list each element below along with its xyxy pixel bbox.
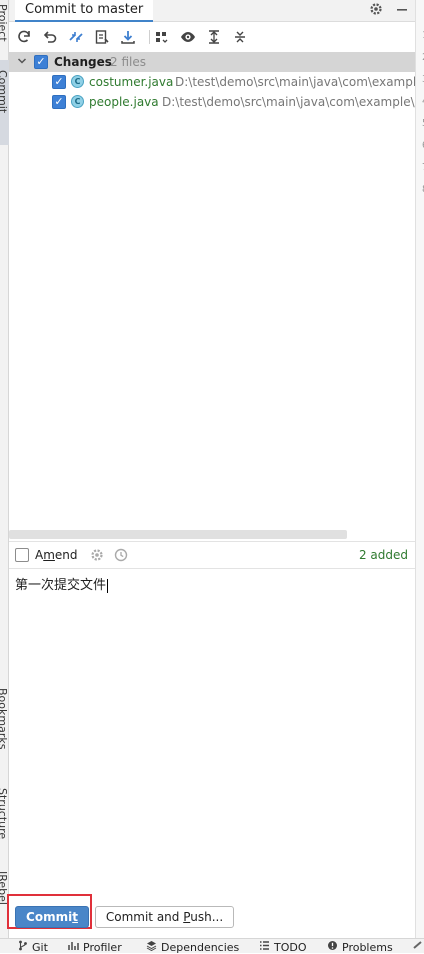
amend-bar: Amend 2 added <box>9 541 415 569</box>
commit-toolbar <box>9 24 415 50</box>
project-tool-button[interactable]: Project <box>0 0 9 50</box>
profiler-tool-button[interactable]: Profiler <box>68 940 122 954</box>
file-name: costumer.java <box>89 75 174 89</box>
commit-tool-button[interactable]: Commit <box>0 60 9 145</box>
amend-label-end: end <box>54 548 78 562</box>
dependencies-icon <box>146 940 157 954</box>
commit-button[interactable]: Commit <box>15 906 89 928</box>
toolbar-separator <box>149 30 150 44</box>
dependencies-label: Dependencies <box>161 940 240 954</box>
amend-label[interactable]: Amend <box>35 548 78 562</box>
file-name: people.java <box>89 95 159 109</box>
java-class-icon: C <box>71 75 84 88</box>
bookmarks-tool-label: Bookmarks <box>0 688 9 750</box>
commit-message-text: 第一次提交文件 <box>15 578 107 593</box>
problems-tool-button[interactable]: Problems <box>327 940 393 954</box>
text-caret <box>107 578 109 593</box>
file-row[interactable]: ✓ C people.java D:\test\demo\src\main\ja… <box>9 92 415 112</box>
added-count: 2 added <box>358 548 408 562</box>
todo-list-icon <box>259 940 270 954</box>
more-tools-icon[interactable] <box>413 940 423 950</box>
git-label: Git <box>32 940 48 954</box>
commit-actions: Commit Commit and Push... <box>7 894 415 938</box>
preview-icon[interactable] <box>178 27 198 47</box>
expand-all-icon[interactable] <box>204 27 224 47</box>
chevron-down-icon[interactable] <box>17 56 27 66</box>
commit-message-input[interactable]: 第一次提交文件 <box>9 570 415 900</box>
settings-gear-icon[interactable] <box>369 2 383 18</box>
push-label-start: Commit and <box>105 910 184 924</box>
diff-icon[interactable] <box>66 27 86 47</box>
git-tool-button[interactable]: Git <box>18 940 48 954</box>
history-clock-icon[interactable] <box>114 548 128 565</box>
problems-icon <box>327 940 338 954</box>
commit-label-mnemonic: t <box>72 910 78 924</box>
dependencies-tool-button[interactable]: Dependencies <box>146 940 239 954</box>
project-tool-label: Project <box>0 4 9 42</box>
hide-panel-icon[interactable] <box>395 2 409 18</box>
refresh-icon[interactable] <box>14 27 34 47</box>
file-path: D:\test\demo\src\main\java\com\example\c <box>162 95 415 109</box>
bookmarks-tool-button[interactable]: Bookmarks <box>0 680 9 770</box>
problems-label: Problems <box>342 940 393 954</box>
profiler-icon <box>68 940 79 954</box>
todo-tool-button[interactable]: TODO <box>259 940 307 954</box>
structure-tool-button[interactable]: Structure <box>0 780 9 850</box>
todo-label: TODO <box>274 940 307 954</box>
commit-panel-header: Commit to master <box>9 0 415 22</box>
collapse-all-icon[interactable] <box>230 27 250 47</box>
file-checkbox[interactable]: ✓ <box>52 95 66 109</box>
changes-group-checkbox[interactable]: ✓ <box>34 55 48 69</box>
amend-checkbox[interactable] <box>15 548 29 562</box>
changes-tree: ✓ Changes 2 files ✓ C costumer.java D:\t… <box>9 51 415 529</box>
commit-to-master-tab[interactable]: Commit to master <box>15 0 154 22</box>
file-path: D:\test\demo\src\main\java\com\example <box>175 75 415 89</box>
group-by-icon[interactable] <box>152 27 172 47</box>
bottom-tool-bar: Git Profiler Dependencies TODO Problems <box>0 938 424 954</box>
java-class-icon: C <box>71 95 84 108</box>
amend-label-start: A <box>35 548 44 562</box>
rollback-icon[interactable] <box>40 27 60 47</box>
commit-and-push-button[interactable]: Commit and Push... <box>95 906 234 928</box>
left-tool-stripe: Project Commit Bookmarks Structure JRebe… <box>0 0 9 938</box>
commit-options-gear-icon[interactable] <box>90 548 104 565</box>
commit-tool-label: Commit <box>0 70 9 114</box>
push-label-end: ush... <box>190 910 224 924</box>
shelve-icon[interactable] <box>118 27 138 47</box>
file-checkbox[interactable]: ✓ <box>52 75 66 89</box>
horizontal-scrollbar[interactable] <box>9 530 347 539</box>
edit-icon[interactable] <box>92 27 112 47</box>
amend-label-mnemonic: m <box>43 548 55 562</box>
structure-tool-label: Structure <box>0 788 9 840</box>
profiler-label: Profiler <box>83 940 122 954</box>
changes-group-label: Changes <box>54 55 112 69</box>
changes-group-row[interactable]: ✓ Changes 2 files <box>9 52 415 72</box>
commit-label-start: Commi <box>26 910 73 924</box>
right-editor-gutter: 1 2 3 4 5 6 7 8 <box>415 0 424 938</box>
git-branch-icon <box>18 940 28 954</box>
changes-count: 2 files <box>110 55 146 69</box>
file-row[interactable]: ✓ C costumer.java D:\test\demo\src\main\… <box>9 72 415 92</box>
